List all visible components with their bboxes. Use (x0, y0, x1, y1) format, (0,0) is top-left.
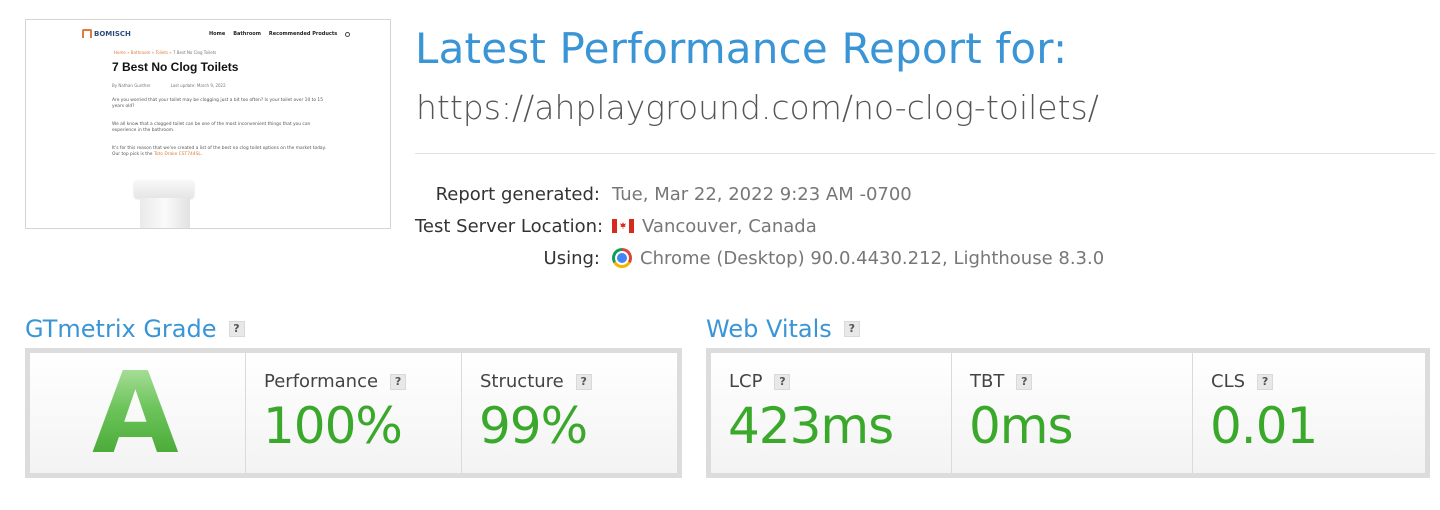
performance-label-text: Performance (264, 371, 379, 392)
structure-value: 99% (479, 397, 588, 455)
thumbnail-byline: By Nathan Gunther Last update: March 9, … (112, 83, 226, 88)
thumbnail-date: Last update: March 9, 2022 (170, 83, 226, 88)
help-icon[interactable]: ? (1016, 373, 1033, 390)
performance-value: 100% (263, 397, 403, 455)
thumbnail-breadcrumb-home: Home » Bathroom » Toilets » (114, 50, 173, 55)
chrome-icon (612, 248, 632, 268)
web-vitals-panel: LCP ? 423ms TBT ? 0ms CLS ? 0.01 (706, 348, 1430, 478)
gtmetrix-grade-panel: A Performance ? 100% Structure ? 99% (25, 348, 682, 478)
performance-cell: Performance ? 100% (246, 353, 461, 473)
tbt-label: TBT ? (970, 371, 1033, 392)
help-icon[interactable]: ? (1257, 373, 1274, 390)
web-vitals-heading: Web Vitals ? (706, 315, 860, 343)
page-screenshot-thumbnail: BOMISCH Home Bathroom Recommended Produc… (25, 19, 391, 229)
thumbnail-paragraph-3-text: It's for this reason that we've created … (112, 146, 326, 157)
gtmetrix-grade-heading-text: GTmetrix Grade (25, 315, 217, 343)
meta-row-location: Test Server Location: Vancouver, Canada (415, 210, 1315, 242)
lcp-label: LCP ? (729, 371, 791, 392)
canada-flag-icon (612, 219, 634, 233)
meta-row-using: Using: Chrome (Desktop) 90.0.4430.212, L… (415, 242, 1315, 274)
report-url[interactable]: https://ahplayground.com/no-clog-toilets… (416, 88, 1099, 127)
search-icon (345, 31, 351, 37)
lcp-label-text: LCP (729, 371, 763, 392)
house-icon (82, 29, 92, 38)
header-divider (415, 153, 1435, 154)
grade-cell: A (30, 353, 245, 473)
gtmetrix-grade-heading: GTmetrix Grade ? (25, 315, 245, 343)
help-icon[interactable]: ? (774, 373, 791, 390)
cls-value: 0.01 (1210, 397, 1318, 455)
help-icon[interactable]: ? (390, 373, 407, 390)
thumbnail-header: BOMISCH Home Bathroom Recommended Produc… (26, 20, 390, 50)
thumbnail-article-title: 7 Best No Clog Toilets (112, 60, 239, 74)
thumbnail-logo-text: BOMISCH (94, 29, 131, 38)
thumbnail-nav-home: Home (209, 31, 226, 37)
structure-cell: Structure ? 99% (462, 353, 677, 473)
lcp-value: 423ms (728, 397, 894, 455)
web-vitals-heading-text: Web Vitals (706, 315, 832, 343)
thumbnail-breadcrumb-current: 7 Best No Clog Toilets (172, 50, 217, 55)
thumbnail-paragraph-3: It's for this reason that we've created … (112, 146, 327, 158)
report-generated-label: Report generated: (435, 183, 600, 205)
report-generated-text: Tue, Mar 22, 2022 9:23 AM -0700 (612, 183, 912, 205)
tbt-value: 0ms (969, 397, 1074, 455)
help-icon[interactable]: ? (228, 321, 245, 337)
report-generated-value: Tue, Mar 22, 2022 9:23 AM -0700 (612, 184, 912, 205)
using-label: Using: (543, 247, 600, 269)
thumbnail-paragraph-1: Are you worried that your toilet may be … (112, 98, 324, 109)
cls-label: CLS ? (1211, 371, 1274, 392)
thumbnail-nav-bathroom: Bathroom (233, 31, 261, 37)
tbt-cell: TBT ? 0ms (952, 353, 1192, 473)
thumbnail-breadcrumb: Home » Bathroom » Toilets » 7 Best No Cl… (114, 50, 216, 55)
meta-row-generated: Report generated: Tue, Mar 22, 2022 9:23… (415, 178, 1315, 210)
tbt-label-text: TBT (970, 371, 1005, 392)
browser-version-text: Chrome (Desktop) 90.0.4430.212, Lighthou… (640, 247, 1105, 269)
lcp-cell: LCP ? 423ms (711, 353, 951, 473)
thumbnail-author: By Nathan Gunther (112, 83, 151, 88)
report-meta: Report generated: Tue, Mar 22, 2022 9:23… (415, 178, 1315, 274)
help-icon[interactable]: ? (575, 373, 592, 390)
thumbnail-product-link: Toto Drake CST744SL (153, 152, 201, 157)
server-location-value: Vancouver, Canada (612, 216, 817, 237)
thumbnail-paragraph-3-end: . (200, 152, 203, 157)
using-value: Chrome (Desktop) 90.0.4430.212, Lighthou… (612, 248, 1104, 269)
help-icon[interactable]: ? (843, 321, 860, 337)
server-location-label: Test Server Location: (415, 215, 604, 237)
performance-label: Performance ? (264, 371, 407, 392)
thumbnail-paragraph-2: We all know that a clogged toilet can be… (112, 122, 311, 133)
cls-label-text: CLS (1211, 371, 1246, 392)
thumbnail-logo: BOMISCH (82, 29, 131, 38)
structure-label: Structure ? (480, 371, 592, 392)
structure-label-text: Structure (480, 371, 564, 392)
server-location-text: Vancouver, Canada (642, 215, 817, 237)
report-title: Latest Performance Report for: (415, 24, 1068, 73)
toilet-image (134, 180, 196, 228)
gtmetrix-grade-letter: A (92, 349, 179, 479)
cls-cell: CLS ? 0.01 (1193, 353, 1425, 473)
thumbnail-nav-products: Recommended Products (268, 31, 338, 37)
thumbnail-nav: Home Bathroom Recommended Products (209, 31, 351, 37)
